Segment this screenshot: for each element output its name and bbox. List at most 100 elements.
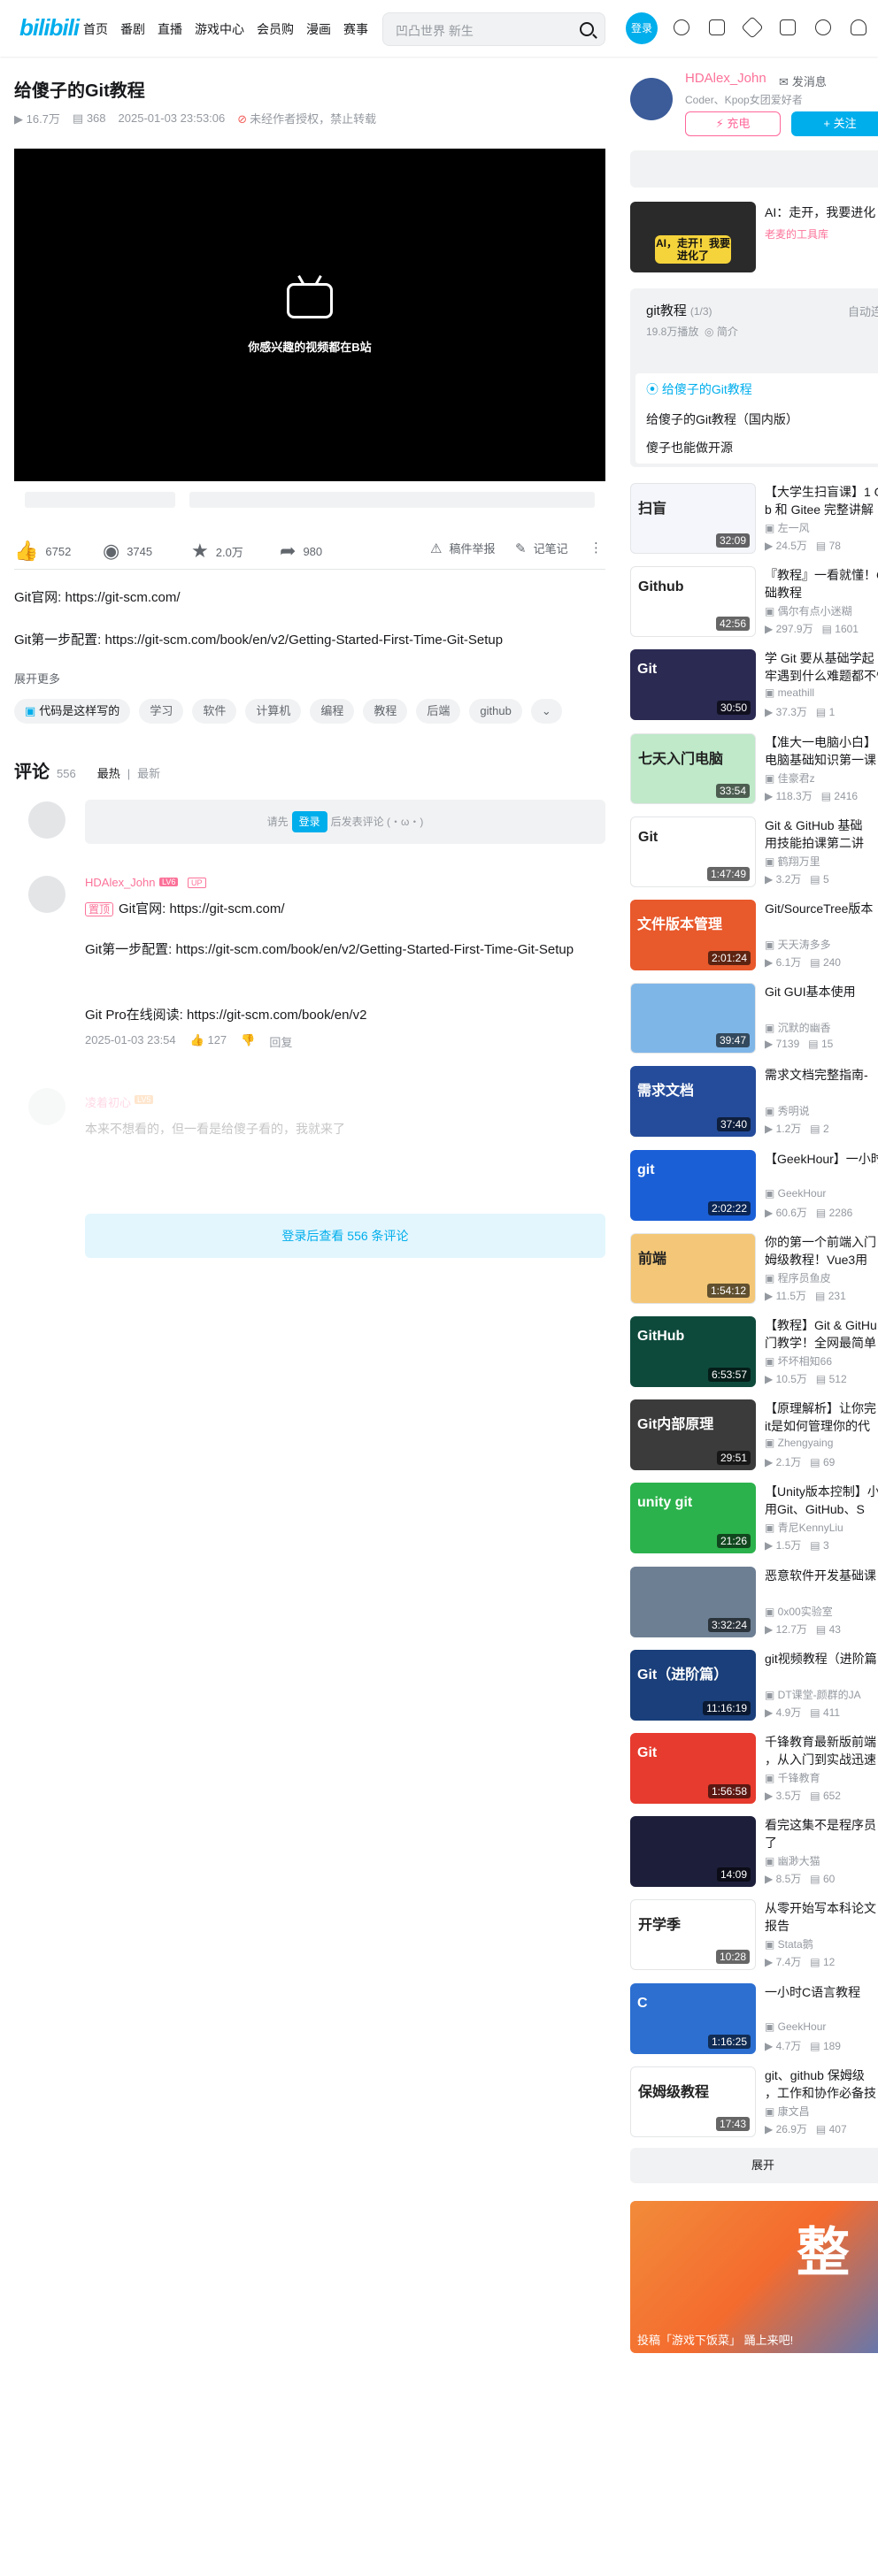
commenter-avatar[interactable] xyxy=(28,876,65,913)
report-button[interactable]: ⚠ 稿件举报 xyxy=(430,540,495,556)
recommend-thumbnail[interactable]: Git（进阶篇） 11:16:19 xyxy=(630,1649,756,1721)
creator-icon[interactable] xyxy=(851,19,866,35)
recommend-title[interactable]: 【Unity版本控制】小 用Git、GitHub、S xyxy=(765,1483,878,1518)
recommend-author[interactable]: ▣ 程序员鱼皮 xyxy=(765,1270,831,1285)
recommend-thumbnail[interactable]: Git 1:56:58 xyxy=(630,1733,756,1804)
recommend-title[interactable]: 【准大一电脑小白】 电脑基础知识第一课 xyxy=(765,733,878,769)
comment-like-button[interactable]: 👍 127 xyxy=(190,1033,227,1050)
login-avatar-button[interactable]: 登录 xyxy=(626,12,658,44)
tag-item[interactable]: 教程 xyxy=(363,699,408,724)
tag-item[interactable]: 软件 xyxy=(192,699,237,724)
ad-title[interactable]: AI：走开，我要进化 xyxy=(765,203,875,221)
recommend-card[interactable]: 扫盲 32:09 【大学生扫盲课】1 Git b 和 Gitee 完整讲解 ▣ 左一风 ▶… xyxy=(630,483,878,554)
recommend-thumbnail[interactable]: unity git 21:26 xyxy=(630,1483,756,1554)
recommend-card[interactable]: 前端 1:54:12 你的第一个前端入门 姆级教程！Vue3用 ▣ 程序员鱼皮 ▶ 11.… xyxy=(630,1232,878,1304)
recommend-card[interactable]: Git内部原理 29:51 【原理解析】让你完 it是如何管理你的代 ▣ Zhengya… xyxy=(630,1399,878,1471)
recommend-title[interactable]: 一小时C语言教程 xyxy=(765,1983,878,2001)
recommend-author[interactable]: ▣ 鹤翔万里 xyxy=(765,854,820,869)
recommend-author[interactable]: ▣ 沉默的幽香 xyxy=(765,1020,831,1035)
recommend-thumbnail[interactable]: 开学季 10:28 xyxy=(630,1899,756,1971)
recommend-title[interactable]: 『教程』一看就懂！G 础教程 xyxy=(765,566,878,602)
note-button[interactable]: ✎ 记笔记 xyxy=(515,540,568,556)
tags-expand-button[interactable]: ⌄ xyxy=(530,699,562,724)
like-button[interactable]: 👍 6752 xyxy=(14,540,71,563)
recommend-title[interactable]: 千锋教育最新版前端 ，从入门到实战迅速 xyxy=(765,1733,878,1768)
ad-thumbnail[interactable]: AI，走开！我要进化了 xyxy=(630,202,756,272)
recommend-title[interactable]: 【GeekHour】一小时 xyxy=(765,1150,878,1168)
recommend-title[interactable]: 【大学生扫盲课】1 Git b 和 Gitee 完整讲解 xyxy=(765,483,878,518)
recommend-card[interactable]: 七天入门电脑 33:54 【准大一电脑小白】 电脑基础知识第一课 ▣ 佳豪君z ▶ 118… xyxy=(630,732,878,804)
favorites-icon[interactable] xyxy=(780,19,796,35)
send-message-button[interactable]: 发消息 xyxy=(779,73,827,89)
autoplay-toggle[interactable]: 自动连 xyxy=(848,303,878,319)
recommend-thumbnail[interactable]: C 1:16:25 xyxy=(630,1982,756,2054)
playlist-item[interactable]: 傻子也能做开源 xyxy=(646,439,733,456)
charge-button[interactable]: ⚡ 充电 xyxy=(685,111,781,136)
expand-recommendations-button[interactable]: 展开 xyxy=(630,2148,878,2183)
recommend-card[interactable]: Git 30:50 学 Git 要从基础学起 牢遇到什么难题都不怕 ▣ meathill… xyxy=(630,649,878,721)
vip-icon[interactable] xyxy=(674,19,689,35)
recommend-thumbnail[interactable]: git 2:02:22 xyxy=(630,1149,756,1221)
recommend-title[interactable]: Git GUI基本使用 xyxy=(765,983,878,1000)
recommend-card[interactable]: 3:32:24 恶意软件开发基础课 ▣ 0x00实验室 ▶ 12.7万 ▤ 43 xyxy=(630,1566,878,1637)
recommend-thumbnail[interactable]: Github 42:56 xyxy=(630,566,756,638)
sort-new[interactable]: 最新 xyxy=(137,764,160,781)
recommend-title[interactable]: Git/SourceTree版本 xyxy=(765,900,878,917)
playlist-item[interactable]: 给傻子的Git教程（国内版） xyxy=(646,410,798,428)
dynamic-icon[interactable] xyxy=(741,16,764,39)
recommend-title[interactable]: 从零开始写本科论文 报告 xyxy=(765,1899,878,1935)
recommend-author[interactable]: ▣ 青尼KennyLiu xyxy=(765,1520,843,1535)
ad-source[interactable]: 老麦的工具库 xyxy=(765,226,828,242)
comment-login-button[interactable]: 登录 xyxy=(291,811,327,832)
recommend-card[interactable]: unity git 21:26 【Unity版本控制】小 用Git、GitHub、S ▣… xyxy=(630,1483,878,1554)
recommend-card[interactable]: GitHub 6:53:57 【教程】Git & GitHu 门教学！全网最简单 ▣ 坏… xyxy=(630,1316,878,1387)
recommend-thumbnail[interactable]: 保姆级教程 17:43 xyxy=(630,2066,756,2137)
playlist-title[interactable]: git教程 (1/3) xyxy=(646,301,712,319)
recommend-title[interactable]: 恶意软件开发基础课 xyxy=(765,1567,878,1584)
recommend-author[interactable]: ▣ 千锋教育 xyxy=(765,1770,820,1785)
uploader-name[interactable]: HDAlex_John xyxy=(685,71,766,86)
login-to-see-comments[interactable]: 登录后查看 556 条评论 xyxy=(85,1214,605,1258)
recommend-thumbnail[interactable]: GitHub 6:53:57 xyxy=(630,1316,756,1387)
history-icon[interactable] xyxy=(815,19,831,35)
recommend-thumbnail[interactable]: 3:32:24 xyxy=(630,1566,756,1637)
recommend-card[interactable]: 39:47 Git GUI基本使用 ▣ 沉默的幽香 ▶ 7139 ▤ 15 xyxy=(630,983,878,1054)
nav-live[interactable]: 直播 xyxy=(158,20,182,38)
recommend-card[interactable]: C 1:16:25 一小时C语言教程 ▣ GeekHour ▶ 4.7万 ▤ 189 xyxy=(630,1982,878,2054)
recommend-card[interactable]: Git 1:56:58 千锋教育最新版前端 ，从入门到实战迅速 ▣ 千锋教育 ▶ 3.5万… xyxy=(630,1733,878,1804)
recommend-title[interactable]: 看完这集不是程序员了 xyxy=(765,1816,878,1852)
comment-dislike-button[interactable]: 👎 xyxy=(241,1033,255,1050)
bilibili-logo[interactable]: bilibili xyxy=(19,14,80,42)
comment-reply-button[interactable]: 回复 xyxy=(269,1033,292,1050)
danmaku-list-bar[interactable] xyxy=(630,150,878,188)
uploader-avatar[interactable] xyxy=(630,78,673,120)
recommend-card[interactable]: 需求文档 37:40 需求文档完整指南- ▣ 秀明说 ▶ 1.2万 ▤ 2 xyxy=(630,1066,878,1138)
tag-item[interactable]: github xyxy=(469,699,522,724)
recommend-author[interactable]: ▣ GeekHour xyxy=(765,2020,826,2033)
recommend-thumbnail[interactable]: Git 1:47:49 xyxy=(630,816,756,887)
recommend-thumbnail[interactable]: Git 30:50 xyxy=(630,649,756,721)
promo-banner[interactable]: 整 投稿「游戏下饭菜」 踊上来吧! xyxy=(630,2201,878,2353)
recommend-thumbnail[interactable]: 七天入门电脑 33:54 xyxy=(630,732,756,804)
recommend-author[interactable]: ▣ 康文昌 xyxy=(765,2104,810,2119)
recommend-author[interactable]: ▣ GeekHour xyxy=(765,1187,826,1200)
recommend-thumbnail[interactable]: 需求文档 37:40 xyxy=(630,1066,756,1138)
nav-mall[interactable]: 会员购 xyxy=(257,20,294,38)
recommend-author[interactable]: ▣ DT课堂-颜群的JA xyxy=(765,1687,861,1702)
recommend-title[interactable]: git、github 保姆级 ，工作和协作必备技 xyxy=(765,2066,878,2102)
more-menu-button[interactable]: ⋮ xyxy=(589,540,603,556)
recommend-title[interactable]: 学 Git 要从基础学起 牢遇到什么难题都不怕 xyxy=(765,649,878,685)
recommend-card[interactable]: 文件版本管理 2:01:24 Git/SourceTree版本 ▣ 天天涛多多 ▶ 6.… xyxy=(630,900,878,970)
recommend-title[interactable]: 你的第一个前端入门 姆级教程！Vue3用 xyxy=(765,1233,878,1269)
nav-game-center[interactable]: 游戏中心 xyxy=(195,20,244,38)
recommend-thumbnail[interactable]: 扫盲 32:09 xyxy=(630,483,756,554)
nav-esports[interactable]: 赛事 xyxy=(343,20,368,38)
commenter-avatar[interactable] xyxy=(28,1088,65,1125)
recommend-author[interactable]: ▣ Stata鹅 xyxy=(765,1936,813,1951)
expand-description[interactable]: 展开更多 xyxy=(14,670,60,686)
recommend-thumbnail[interactable]: 前端 1:54:12 xyxy=(630,1232,756,1304)
recommend-card[interactable]: 14:09 看完这集不是程序员了 ▣ 幽渺大猫 ▶ 8.5万 ▤ 60 xyxy=(630,1816,878,1888)
commenter-name[interactable]: HDAlex_John xyxy=(85,876,156,889)
nav-manga[interactable]: 漫画 xyxy=(306,20,331,38)
commenter-name[interactable]: 凌着初心 xyxy=(85,1093,131,1110)
